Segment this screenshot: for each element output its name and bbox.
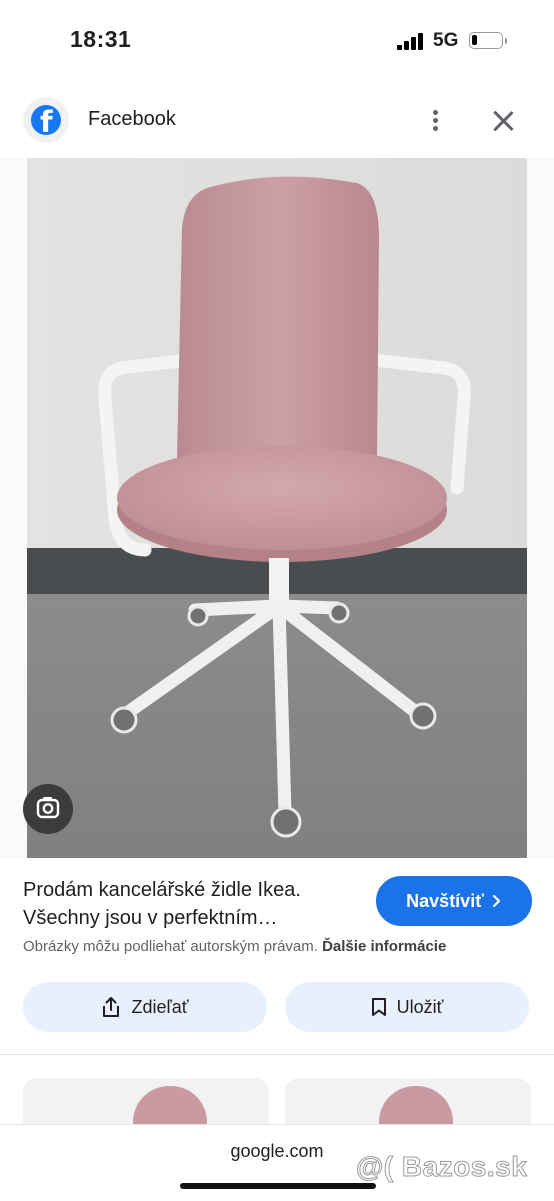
result-title-line-2: Všechny jsou v perfektním… xyxy=(23,907,278,929)
visit-label: Navštíviť xyxy=(406,890,484,911)
status-time: 18:31 xyxy=(70,26,132,52)
signal-strength-icon xyxy=(397,33,425,50)
divider xyxy=(0,1054,554,1055)
visit-button[interactable]: Navštíviť xyxy=(376,876,532,926)
home-indicator[interactable] xyxy=(180,1183,376,1189)
result-title[interactable]: Prodám kancelářské židle Ikea. Všechny j… xyxy=(23,876,363,932)
copyright-notice: Obrázky môžu podliehať autorským právam.… xyxy=(23,938,446,955)
status-bar: 18:31 5G xyxy=(0,0,554,80)
facebook-icon: f xyxy=(31,105,61,135)
watermark: @( Bazos.sk xyxy=(355,1151,528,1183)
chevron-right-icon xyxy=(492,894,500,908)
more-info-link[interactable]: Ďalšie informácie xyxy=(322,938,446,955)
app-header: f Facebook xyxy=(0,92,554,150)
more-vert-icon[interactable] xyxy=(424,106,446,136)
share-label: Zdieľať xyxy=(131,996,189,1017)
battery-icon xyxy=(469,32,507,49)
network-type: 5G xyxy=(433,30,459,51)
save-button[interactable]: Uložiť xyxy=(285,982,529,1032)
browser-bottom-bar: google.com @( Bazos.sk xyxy=(0,1124,554,1201)
share-icon xyxy=(103,997,120,1017)
result-title-line-1: Prodám kancelářské židle Ikea. xyxy=(23,879,301,901)
source-title: Facebook xyxy=(88,108,176,130)
save-label: Uložiť xyxy=(396,996,444,1017)
image-preview[interactable] xyxy=(0,158,554,858)
bookmark-icon xyxy=(371,998,386,1016)
share-button[interactable]: Zdieľať xyxy=(23,982,267,1032)
source-favicon: f xyxy=(23,97,69,143)
google-lens-icon[interactable] xyxy=(23,784,73,834)
copyright-text: Obrázky môžu podliehať autorským právam. xyxy=(23,938,318,955)
chair-photo xyxy=(27,158,527,858)
close-icon[interactable] xyxy=(488,106,518,136)
